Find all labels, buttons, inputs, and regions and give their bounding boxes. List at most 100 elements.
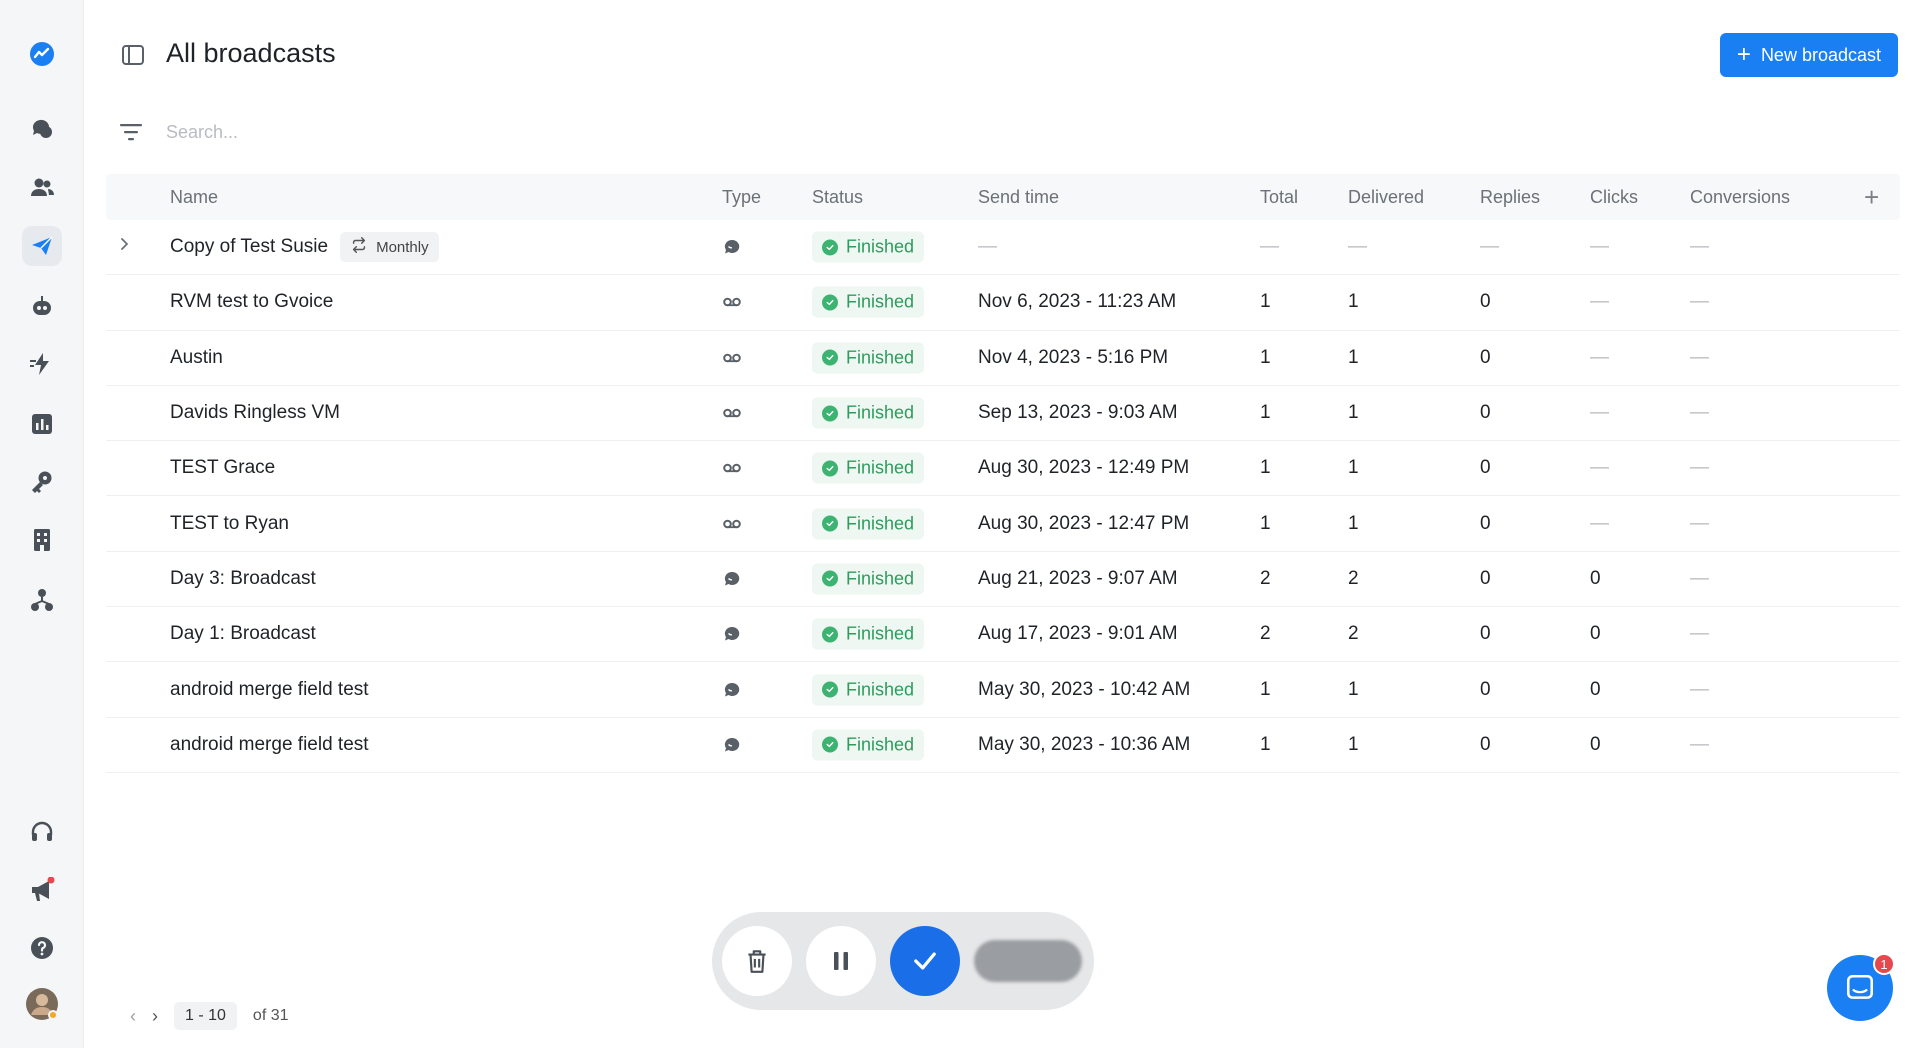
reports-icon[interactable] [22,404,62,444]
broadcast-name[interactable]: TEST to Ryan [170,513,289,535]
broadcast-name[interactable]: Davids Ringless VM [170,402,340,424]
send-time-cell: May 30, 2023 - 10:36 AM [978,733,1191,755]
trash-icon [748,950,766,973]
table-row[interactable]: Austin Finished Nov 4, 2023 - 5:16 PM 1 1 0 — — [106,331,1900,386]
delete-button[interactable] [722,926,792,996]
bot-icon[interactable] [22,286,62,326]
table-row[interactable]: RVM test to Gvoice Finished Nov 6, 2023 - … [106,275,1900,331]
delivered-cell: 1 [1348,457,1359,479]
repeat-icon [350,236,368,258]
column-total[interactable]: Total [1260,187,1298,208]
broadcast-name[interactable]: Austin [170,347,223,369]
new-broadcast-button[interactable]: + New broadcast [1719,33,1898,77]
confirm-button[interactable] [890,926,960,996]
broadcast-name[interactable]: RVM test to Gvoice [170,291,333,313]
next-page-icon[interactable]: › [152,1006,158,1027]
clicks-cell: 0 [1590,567,1601,589]
broadcast-name[interactable]: android merge field test [170,679,369,701]
check-circle-icon [822,349,838,366]
clicks-cell: 0 [1590,623,1601,645]
integrations-icon[interactable] [22,462,62,502]
pause-button[interactable] [806,926,876,996]
filter-icon[interactable] [118,121,144,143]
replies-cell: 0 [1480,567,1491,589]
status-label: Finished [846,734,915,755]
org-chart-icon[interactable] [22,580,62,620]
announcements-icon[interactable] [22,870,62,910]
replies-cell: — [1480,236,1499,258]
contacts-icon[interactable] [22,168,62,208]
chat-icon [1846,974,1874,999]
conversions-cell: — [1690,623,1709,645]
voicemail-icon [722,348,742,368]
broadcast-name-cell[interactable]: Copy of Test Susie Monthly [170,232,439,263]
total-cell: 1 [1260,733,1271,755]
expand-row-icon[interactable] [116,236,132,258]
chat-launcher-button[interactable]: 1 [1827,953,1895,1021]
column-clicks[interactable]: Clicks [1590,187,1638,208]
broadcast-name[interactable]: Day 3: Broadcast [170,568,316,590]
sidebar-toggle-icon[interactable] [120,42,146,68]
broadcasts-table: Name Type Status Send time Total Deliver… [106,174,1900,773]
total-cell: 1 [1260,346,1271,368]
column-conversions[interactable]: Conversions [1690,187,1790,208]
help-icon[interactable] [22,928,62,968]
total-cell: 1 [1260,291,1271,313]
status-label: Finished [846,623,915,644]
broadcasts-icon[interactable] [22,226,62,266]
page-title: All broadcasts [166,38,336,68]
replies-cell: 0 [1480,346,1491,368]
column-name[interactable]: Name [170,187,218,208]
pause-icon [834,952,848,970]
voicemail-icon [722,514,742,534]
table-row[interactable]: Day 1: Broadcast Finished Aug 17, 2023 - 9… [106,607,1900,663]
clicks-cell: — [1590,457,1609,479]
conversions-cell: — [1690,733,1709,755]
prev-page-icon[interactable]: ‹ [130,1006,136,1027]
recurrence-tag: Monthly [340,232,439,263]
broadcast-name[interactable]: android merge field test [170,734,369,756]
send-time-cell: Aug 30, 2023 - 12:47 PM [978,512,1190,534]
column-delivered[interactable]: Delivered [1348,187,1424,208]
page-range[interactable]: 1 - 10 [174,1002,237,1030]
column-replies[interactable]: Replies [1480,187,1540,208]
status-label: Finished [846,568,915,589]
company-icon[interactable] [22,520,62,560]
total-cell: 2 [1260,567,1271,589]
delivered-cell: 2 [1348,623,1359,645]
checkmark-icon [914,952,936,970]
logo-icon[interactable] [22,34,62,74]
pagination: ‹ › 1 - 10 of 31 [130,1002,289,1030]
add-column-button[interactable]: + [1864,182,1879,213]
column-send-time[interactable]: Send time [978,187,1059,208]
table-row[interactable]: android merge field test Finished May 30, … [106,662,1900,718]
clicks-cell: — [1590,402,1609,424]
broadcast-name[interactable]: Day 1: Broadcast [170,623,316,645]
table-row[interactable]: TEST Grace Finished Aug 30, 2023 - 12:49 P… [106,441,1900,497]
table-row[interactable]: Copy of Test Susie Monthly Finished — — — — — — [106,220,1900,276]
table-row[interactable]: Davids Ringless VM Finished Sep 13, 2023 -… [106,386,1900,442]
column-type[interactable]: Type [722,187,761,208]
total-cell: 2 [1260,623,1271,645]
column-status[interactable]: Status [812,187,863,208]
broadcast-name[interactable]: TEST Grace [170,457,275,479]
check-circle-icon [822,570,838,587]
table-row[interactable]: Day 3: Broadcast Finished Aug 21, 2023 - 9… [106,552,1900,608]
conversions-cell: — [1690,402,1709,424]
status-badge: Finished [812,508,925,540]
check-circle-icon [822,736,838,753]
automations-icon[interactable] [22,344,62,384]
support-icon[interactable] [22,812,62,852]
delivered-cell: 1 [1348,346,1359,368]
broadcast-name: Copy of Test Susie [170,236,329,258]
replies-cell: 0 [1480,733,1491,755]
table-row[interactable]: TEST to Ryan Finished Aug 30, 2023 - 12:47… [106,496,1900,552]
search-input[interactable] [166,121,766,143]
replies-cell: 0 [1480,291,1491,313]
blurred-action-button[interactable] [974,940,1082,982]
check-circle-icon [822,626,838,643]
user-avatar[interactable] [22,984,62,1024]
conversations-icon[interactable] [22,108,62,148]
check-circle-icon [822,681,838,698]
table-row[interactable]: android merge field test Finished May 30, … [106,718,1900,773]
